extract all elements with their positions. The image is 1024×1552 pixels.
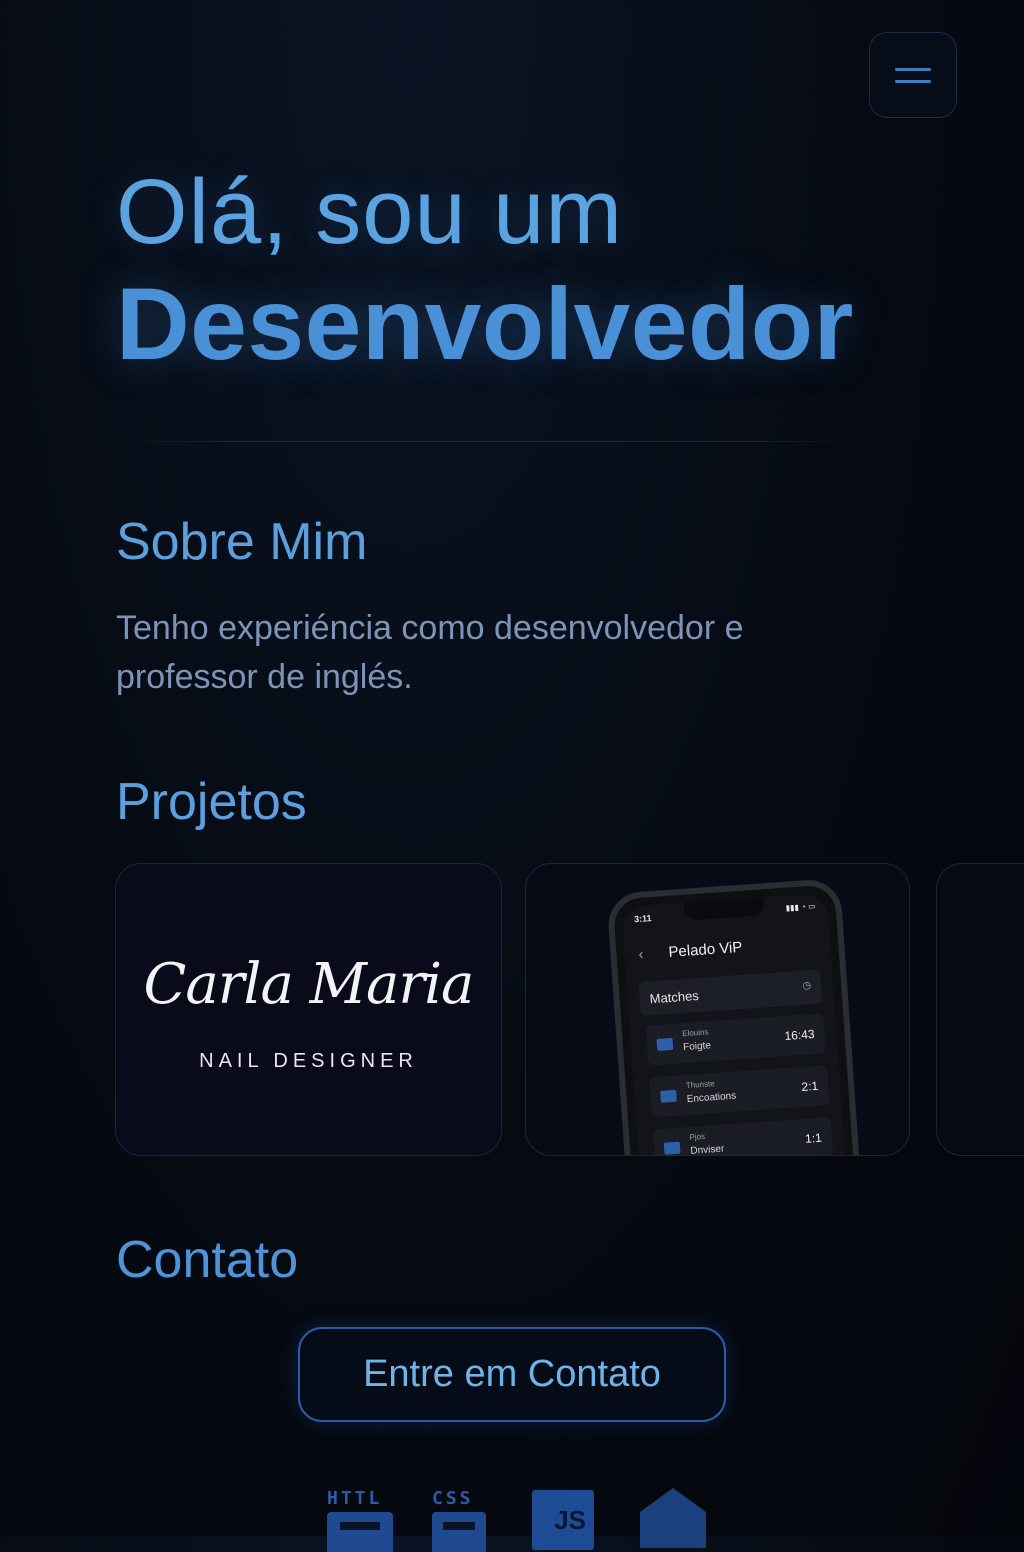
match-row-line2: Foigte: [682, 1040, 712, 1054]
match-row-score: 1:1: [804, 1130, 823, 1146]
match-row-line2: Encoations: [686, 1090, 737, 1106]
match-row-score: 2:1: [801, 1078, 819, 1094]
project-card-carla-maria[interactable]: Carla Maria NAIL DESIGNER: [115, 863, 502, 1156]
html-shield: [327, 1512, 393, 1552]
match-row-line1: Pjos: [689, 1131, 706, 1142]
carla-maria-logo: Carla Maria: [143, 952, 475, 1017]
gem-icon: [640, 1488, 706, 1548]
js-icon-label: JS: [554, 1505, 586, 1535]
about-title: Sobre Mim: [116, 513, 368, 571]
phone-notch: [684, 897, 766, 921]
match-row-line2: Dnviser: [690, 1143, 725, 1156]
carla-maria-subtitle: NAIL DESIGNER: [199, 1050, 418, 1072]
css-shield: [432, 1512, 486, 1552]
menu-bar: [895, 67, 931, 71]
css-icon-label: CSS: [432, 1488, 474, 1509]
phone-screen: 3:11 ▮▮▮ ◔ ▭ ‹ Pelado ViP Matches ◷ Elou…: [621, 892, 849, 1156]
project-card-partial[interactable]: [936, 863, 1024, 1156]
menu-bar: [895, 79, 931, 83]
clock-icon: ◷: [802, 980, 812, 992]
js-icon: JS: [532, 1490, 594, 1550]
back-arrow-icon: ‹: [637, 945, 644, 963]
match-row-line1: Thunste: [685, 1079, 715, 1091]
contact-button[interactable]: Entre em Contato: [298, 1327, 726, 1422]
matches-label: Matches: [649, 987, 700, 1007]
section-divider: [116, 441, 856, 442]
html-icon-label: HTTL: [327, 1488, 383, 1509]
match-row-line1: Elouins: [681, 1027, 709, 1039]
projects-title: Projetos: [116, 773, 307, 831]
app-title: Pelado ViP: [667, 938, 743, 961]
match-row: Pjos Dnviser 1:1: [652, 1117, 834, 1156]
about-text: Tenho experiéncia como desenvolvedor e p…: [116, 609, 744, 696]
hamburger-menu-icon[interactable]: [869, 32, 957, 118]
phone-time: 3:11: [633, 913, 652, 925]
match-row: Elouins Foigte 16:43: [645, 1013, 826, 1066]
team-icon: [656, 1037, 674, 1051]
phone-mockup: 3:11 ▮▮▮ ◔ ▭ ‹ Pelado ViP Matches ◷ Elou…: [606, 877, 863, 1156]
match-row-score: 16:43: [784, 1026, 816, 1044]
team-icon: [660, 1089, 677, 1103]
hero-role: Desenvolvedor: [116, 267, 854, 381]
match-row: Thunste Encoations 2:1: [649, 1065, 830, 1118]
contact-title: Contato: [116, 1231, 299, 1289]
hero-greeting: Olá, sou um: [116, 161, 623, 263]
project-card-pelado-vip[interactable]: 3:11 ▮▮▮ ◔ ▭ ‹ Pelado ViP Matches ◷ Elou…: [525, 863, 910, 1156]
matches-header: Matches ◷: [638, 969, 823, 1017]
team-icon: [663, 1141, 681, 1155]
signal-battery-icon: ▮▮▮ ◔ ▭: [785, 901, 816, 913]
